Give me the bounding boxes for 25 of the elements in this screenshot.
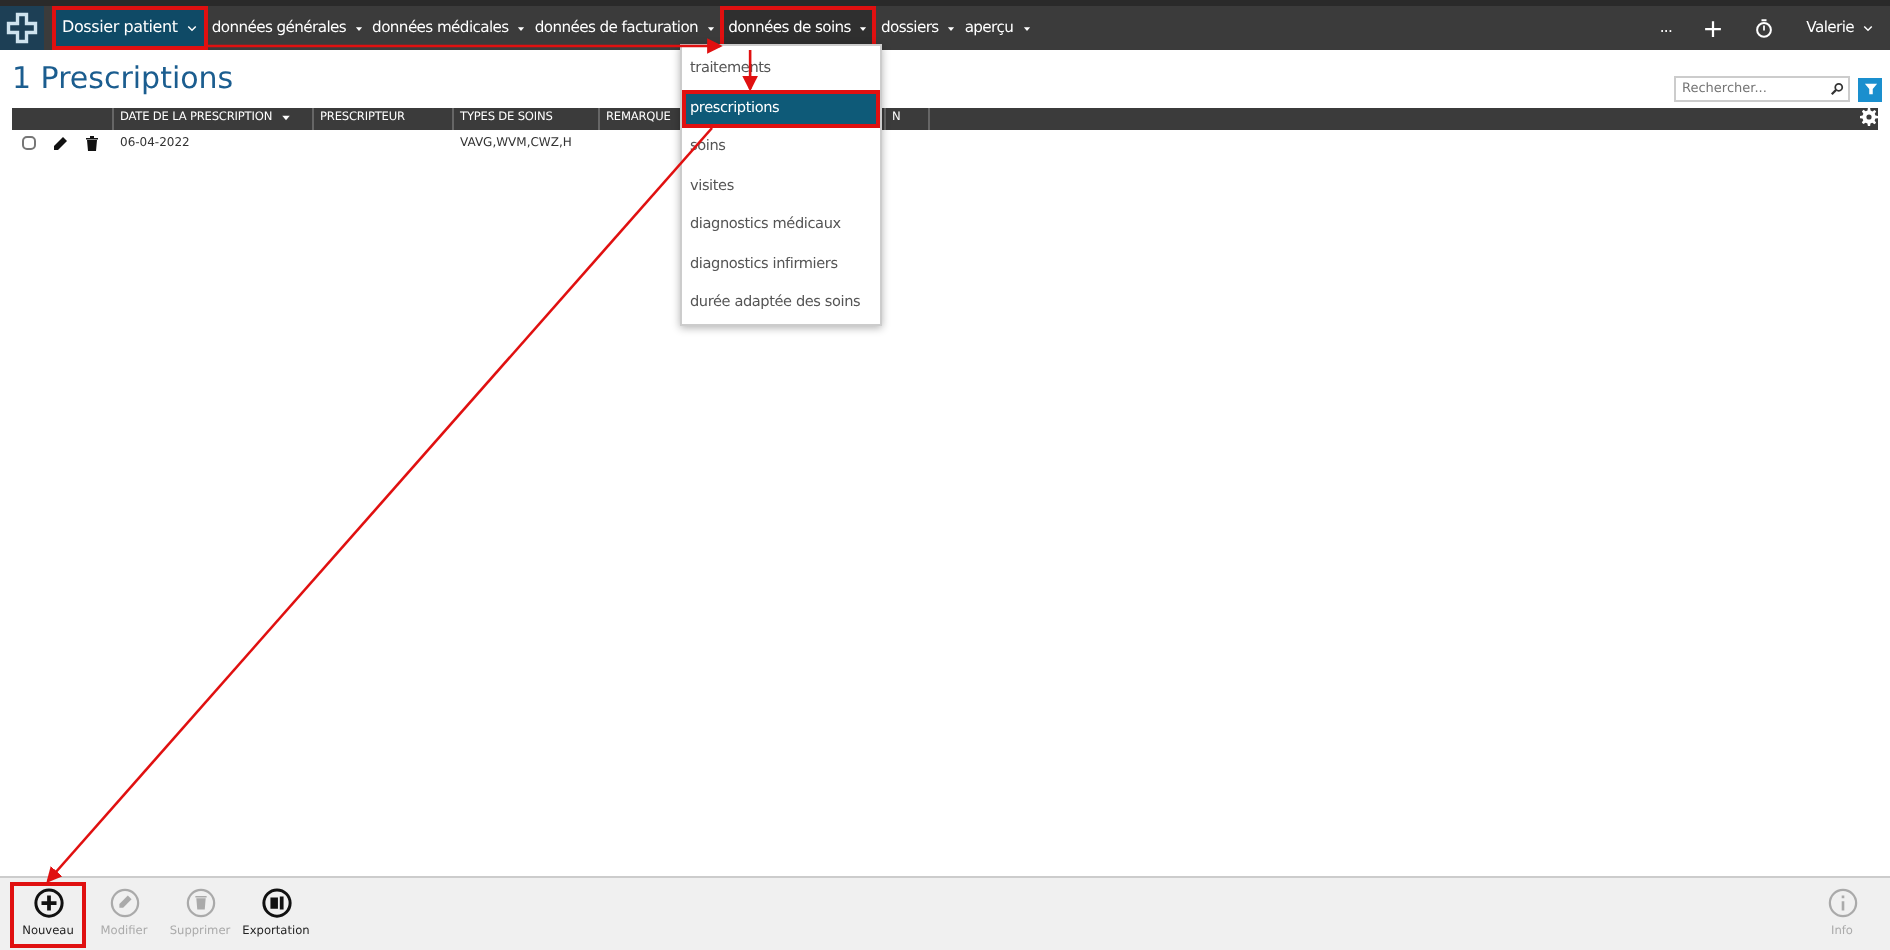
pencil-icon bbox=[109, 887, 139, 917]
caret-icon bbox=[516, 23, 527, 33]
caret-icon bbox=[706, 23, 717, 33]
chevron-icon bbox=[1862, 22, 1874, 34]
logo-icon[interactable] bbox=[0, 6, 44, 50]
caret-icon bbox=[946, 23, 957, 33]
filter-icon bbox=[1863, 82, 1877, 96]
caret-icon bbox=[1021, 23, 1032, 33]
info-icon bbox=[1827, 887, 1857, 917]
search-icon bbox=[1830, 81, 1844, 95]
trash-icon bbox=[185, 887, 215, 917]
plus-icon bbox=[1704, 19, 1723, 38]
page-title: 1 Prescriptions bbox=[12, 58, 234, 100]
caret-icon bbox=[858, 23, 869, 33]
pencil-icon bbox=[52, 135, 68, 151]
stopwatch-icon bbox=[1754, 18, 1775, 39]
trash-icon bbox=[84, 135, 100, 151]
chevron-icon bbox=[185, 22, 198, 34]
patient-menu[interactable]: Dossier patient bbox=[52, 6, 208, 50]
sort-caret-icon bbox=[280, 112, 293, 124]
filter-button[interactable] bbox=[1858, 77, 1882, 101]
caret-icon bbox=[354, 23, 365, 33]
row-checkbox[interactable] bbox=[22, 136, 36, 150]
document-icon bbox=[261, 887, 291, 917]
plus-icon bbox=[33, 887, 63, 917]
